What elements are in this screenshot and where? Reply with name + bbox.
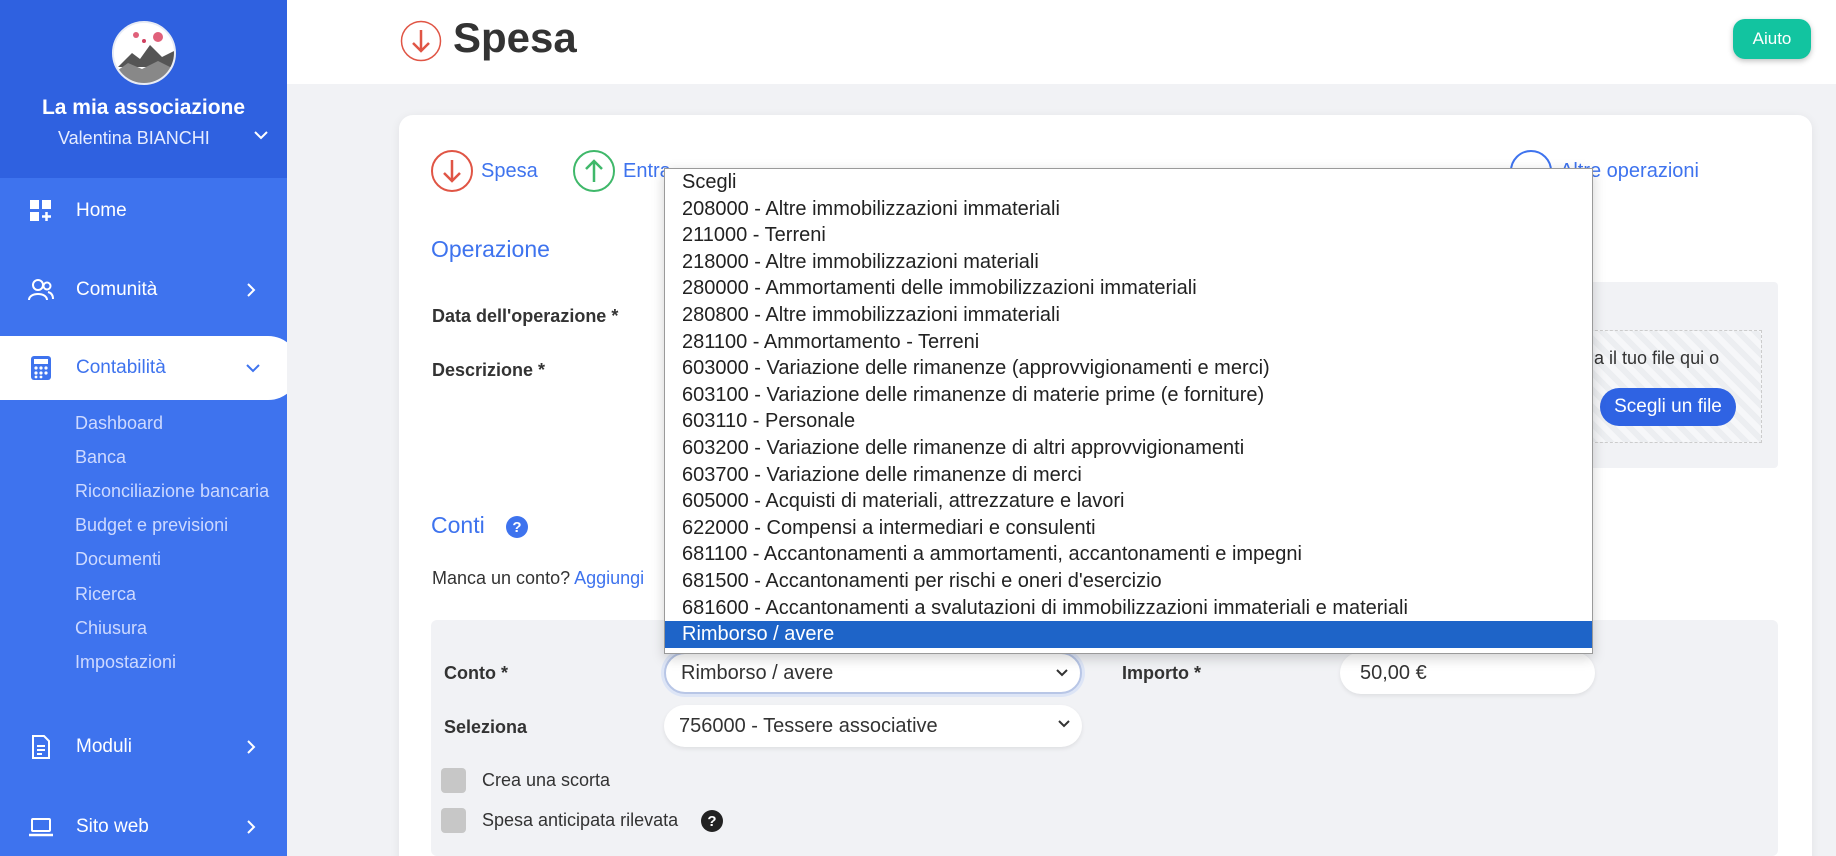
dropdown-option[interactable]: 603000 - Variazione delle rimanenze (app… (665, 355, 1592, 382)
nav-sito-web[interactable]: Sito web (0, 799, 287, 855)
dropdown-option[interactable]: 681500 - Accantonamenti per rischi e one… (665, 568, 1592, 595)
laptop-icon (29, 818, 53, 837)
dropdown-option[interactable]: 681600 - Accantonamenti a svalutazioni d… (665, 595, 1592, 622)
add-account-link[interactable]: Aggiungi (574, 568, 644, 588)
calculator-icon (31, 356, 51, 380)
arrow-down-icon (431, 150, 473, 192)
subnav-item[interactable]: Riconciliazione bancaria (75, 481, 269, 502)
seleziona-select-value: 756000 - Tessere associative (679, 714, 938, 737)
page-title: Spesa (453, 14, 577, 61)
document-icon (32, 735, 50, 759)
dropdown-option[interactable]: 622000 - Compensi a intermediari e consu… (665, 515, 1592, 542)
dropdown-option[interactable]: 603100 - Variazione delle rimanenze di m… (665, 382, 1592, 409)
user-name[interactable]: Valentina BIANCHI (58, 128, 210, 149)
importo-input[interactable]: 50,00 € (1340, 652, 1595, 694)
org-name: La mia associazione (41, 96, 246, 119)
subnav-item[interactable]: Budget e previsioni (75, 515, 228, 536)
nav-sito-web-label: Sito web (76, 816, 149, 837)
descrizione-label: Descrizione * (432, 360, 546, 380)
chevron-right-icon (247, 740, 256, 754)
org-header: La mia associazione Valentina BIANCHI (0, 0, 287, 178)
conto-label: Conto * (444, 663, 508, 683)
crea-scorta-checkbox[interactable] (441, 768, 466, 793)
choose-file-button[interactable]: Scegli un file (1600, 388, 1736, 426)
dropdown-option[interactable]: 605000 - Acquisti di materiali, attrezza… (665, 488, 1592, 515)
dropdown-option[interactable]: 603700 - Variazione delle rimanenze di m… (665, 462, 1592, 489)
seleziona-select[interactable]: 756000 - Tessere associative (664, 705, 1082, 747)
nav-home-label: Home (76, 200, 127, 221)
dropdown-option[interactable]: 218000 - Altre immobilizzazioni material… (665, 249, 1592, 276)
subnav-item[interactable]: Dashboard (75, 413, 163, 434)
conto-dropdown-list[interactable]: Scegli 208000 - Altre immobilizzazioni i… (664, 168, 1593, 654)
dropdown-option[interactable]: 603110 - Personale (665, 408, 1592, 435)
spesa-anticipata-checkbox[interactable] (441, 808, 466, 833)
tab-spesa-label: Spesa (481, 159, 538, 182)
dropdown-option[interactable]: 603200 - Variazione delle rimanenze di a… (665, 435, 1592, 462)
help-icon[interactable]: ? (701, 810, 723, 832)
seleziona-label: Seleziona (444, 717, 528, 737)
dashboard-icon (30, 200, 51, 221)
subnav-item[interactable]: Banca (75, 447, 126, 468)
dropdown-option[interactable]: 280800 - Altre immobilizzazioni immateri… (665, 302, 1592, 329)
dropdown-option[interactable]: 281100 - Ammortamento - Terreni (665, 329, 1592, 356)
subnav-item[interactable]: Impostazioni (75, 652, 176, 673)
dropdown-option-selected[interactable]: Rimborso / avere (665, 621, 1592, 648)
section-operazione-title: Operazione (431, 236, 550, 262)
dropdown-option[interactable]: 211000 - Terreni (665, 222, 1592, 249)
chevron-down-icon (246, 364, 260, 373)
chevron-down-icon (1056, 669, 1068, 677)
tab-entrata[interactable]: Entra (573, 150, 671, 192)
chevron-down-icon (1058, 720, 1070, 728)
nav-moduli[interactable]: Moduli (0, 719, 287, 775)
dropdown-option[interactable]: 681100 - Accantonamenti a ammortamenti, … (665, 541, 1592, 568)
spesa-anticipata-label: Spesa anticipata rilevata (482, 810, 679, 830)
users-icon (28, 279, 54, 301)
chevron-down-icon[interactable] (254, 130, 268, 140)
data-operazione-label: Data dell'operazione * (432, 306, 619, 326)
section-conti-title: Conti (431, 512, 485, 538)
subnav-item[interactable]: Ricerca (75, 584, 136, 605)
crea-scorta-label: Crea una scorta (482, 770, 611, 790)
subnav-item[interactable]: Documenti (75, 549, 161, 570)
nav-contabilita[interactable]: Contabilità (0, 336, 287, 400)
conto-select[interactable]: Rimborso / avere (664, 652, 1082, 694)
sidebar: La mia associazione Valentina BIANCHI Ho… (0, 0, 287, 856)
missing-prefix: Manca un conto? (432, 568, 571, 588)
nav-comunita-label: Comunità (76, 279, 158, 300)
nav-contabilita-label: Contabilità (76, 357, 166, 378)
nav-moduli-label: Moduli (76, 736, 132, 757)
dropdown-option[interactable]: 280000 - Ammortamenti delle immobilizzaz… (665, 275, 1592, 302)
chevron-right-icon (247, 820, 256, 834)
help-icon[interactable]: ? (506, 516, 528, 538)
nav-comunita[interactable]: Comunità (0, 262, 287, 318)
tab-spesa[interactable]: Spesa (431, 150, 538, 192)
file-drop-zone[interactable] (1580, 330, 1762, 443)
help-button[interactable]: Aiuto (1733, 19, 1811, 59)
chevron-right-icon (247, 283, 256, 297)
dropdown-option[interactable]: Scegli (665, 169, 1592, 196)
arrow-up-icon (573, 150, 615, 192)
missing-account-text: Manca un conto? Aggiungi (432, 568, 644, 589)
importo-label: Importo * (1122, 663, 1201, 683)
org-logo (112, 21, 176, 85)
dropdown-option[interactable]: 208000 - Altre immobilizzazioni immateri… (665, 196, 1592, 223)
nav-home[interactable]: Home (0, 183, 287, 239)
subnav-item[interactable]: Chiusura (75, 618, 147, 639)
conto-select-value: Rimborso / avere (681, 661, 834, 684)
arrow-down-icon (400, 20, 442, 62)
